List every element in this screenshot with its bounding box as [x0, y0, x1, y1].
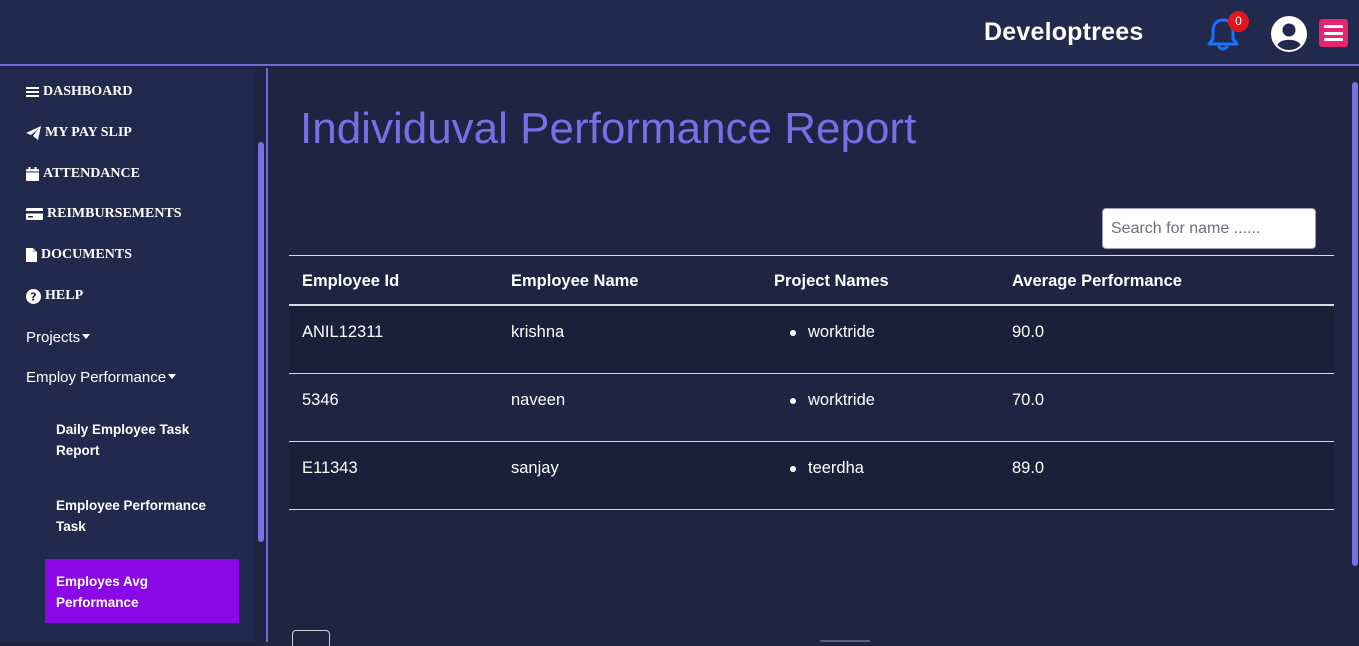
- table-row: E11343 sanjay teerdha 89.0: [289, 442, 1334, 510]
- sidebar: DASHBOARD MY PAY SLIP ATTENDANCE REIMBUR…: [0, 68, 266, 642]
- submenu-employee-performance-task[interactable]: Employee Performance Task: [56, 495, 226, 537]
- sidebar-item-label: REIMBURSEMENTS: [47, 206, 182, 221]
- sidebar-item-label: Employ Performance: [26, 369, 167, 386]
- paper-plane-icon: [26, 126, 41, 140]
- notification-badge: 0: [1228, 11, 1249, 32]
- column-header-project-names: Project Names: [774, 272, 889, 290]
- main-scrollbar-thumb[interactable]: [1352, 82, 1358, 566]
- sidebar-item-label: MY PAY SLIP: [45, 125, 132, 140]
- brand-name[interactable]: Developtrees: [984, 18, 1143, 47]
- cell-employee-name: naveen: [511, 391, 566, 409]
- list-bullet: [790, 330, 796, 336]
- sidebar-item-documents[interactable]: DOCUMENTS: [26, 247, 132, 263]
- column-header-employee-id: Employee Id: [302, 272, 400, 290]
- sidebar-item-label: HELP: [45, 288, 84, 303]
- list-bullet: [790, 466, 796, 472]
- sidebar-item-label: ATTENDANCE: [43, 166, 140, 181]
- top-navbar: Developtrees 0: [0, 0, 1359, 66]
- performance-table: Employee Id Employee Name Project Names …: [289, 255, 1334, 510]
- sidebar-item-employ-performance[interactable]: Employ Performance: [26, 369, 177, 386]
- caret-down-icon: [168, 374, 177, 379]
- cell-employee-name: krishna: [511, 323, 565, 341]
- cell-employee-id: E11343: [302, 459, 358, 477]
- table-row: 5346 naveen worktride 70.0: [289, 374, 1334, 442]
- caret-down-icon: [82, 334, 91, 339]
- user-circle-icon[interactable]: [1270, 15, 1308, 53]
- pagination-button[interactable]: [292, 630, 330, 646]
- main-content: Individuval Performance Report Employee …: [266, 68, 1359, 646]
- sidebar-item-help[interactable]: ? HELP: [26, 288, 83, 304]
- sidebar-item-pay-slip[interactable]: MY PAY SLIP: [26, 125, 132, 141]
- sidebar-item-dashboard[interactable]: DASHBOARD: [26, 84, 132, 100]
- table-header: Employee Id Employee Name Project Names …: [289, 255, 1334, 306]
- column-header-employee-name: Employee Name: [511, 272, 639, 290]
- hamburger-menu-icon[interactable]: [1319, 19, 1348, 47]
- sidebar-item-projects[interactable]: Projects: [26, 329, 91, 346]
- sidebar-item-label: Projects: [26, 329, 81, 346]
- sidebar-item-label: DASHBOARD: [43, 84, 133, 99]
- submenu-daily-employee-task-report[interactable]: Daily Employee Task Report: [56, 419, 226, 461]
- cell-employee-id: ANIL12311: [302, 323, 384, 341]
- sidebar-item-attendance[interactable]: ATTENDANCE: [26, 166, 140, 182]
- file-icon: [26, 248, 37, 262]
- list-bullet: [790, 398, 796, 404]
- cell-employee-name: sanjay: [511, 459, 559, 477]
- bars-icon: [26, 87, 39, 97]
- sidebar-item-reimbursements[interactable]: REIMBURSEMENTS: [26, 206, 182, 222]
- table-row: ANIL12311 krishna worktride 90.0: [289, 306, 1334, 374]
- cell-average-performance: 89.0: [1012, 459, 1045, 477]
- calendar-icon: [26, 167, 39, 181]
- cell-project-name: worktride: [808, 391, 875, 409]
- sidebar-item-label: DOCUMENTS: [41, 247, 133, 262]
- cell-project-name: worktride: [808, 323, 875, 341]
- cell-employee-id: 5346: [302, 391, 339, 409]
- submenu-employes-avg-performance[interactable]: Employes Avg Performance: [56, 571, 226, 613]
- cell-project-name: teerdha: [808, 459, 864, 477]
- sidebar-scrollbar-thumb[interactable]: [258, 142, 264, 542]
- question-circle-icon: ?: [26, 288, 41, 304]
- cell-average-performance: 70.0: [1012, 391, 1045, 409]
- svg-text:?: ?: [30, 290, 36, 303]
- search-input[interactable]: [1102, 208, 1316, 249]
- page-title: Individuval Performance Report: [300, 104, 917, 153]
- credit-card-icon: [26, 208, 43, 220]
- column-header-average-performance: Average Performance: [1012, 272, 1182, 290]
- cell-average-performance: 90.0: [1012, 323, 1045, 341]
